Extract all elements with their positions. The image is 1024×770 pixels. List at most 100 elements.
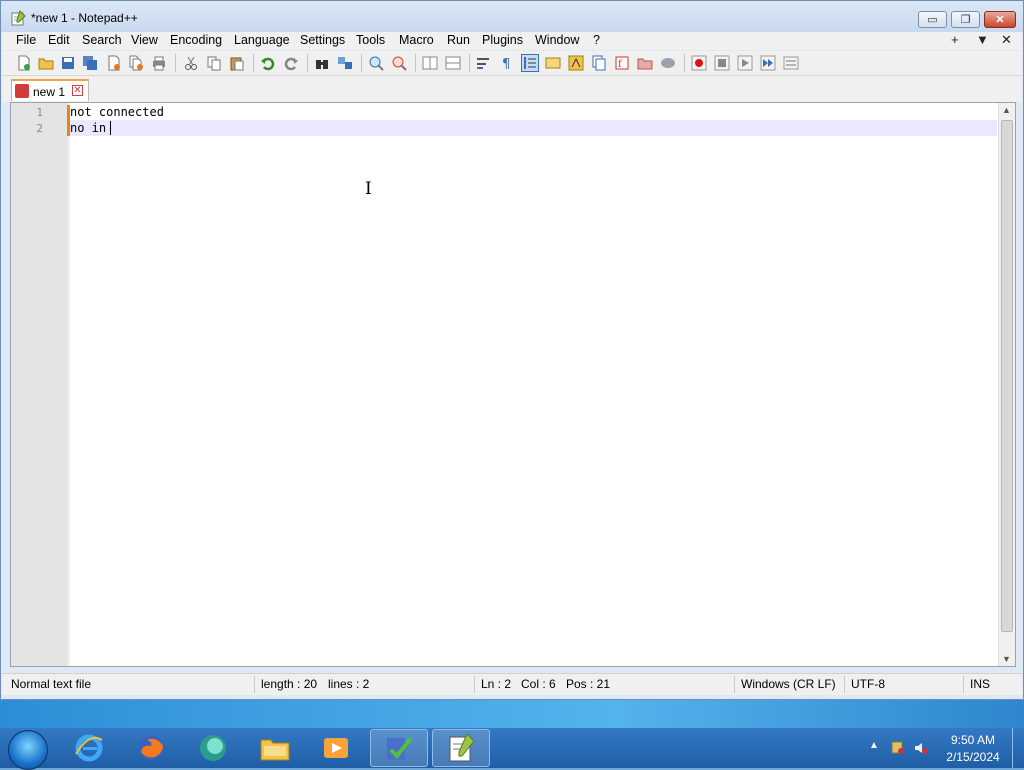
menu-macro[interactable]: Macro	[399, 33, 434, 47]
redo-icon[interactable]	[283, 55, 299, 71]
stop-record-icon[interactable]	[714, 55, 730, 71]
status-encoding[interactable]: UTF-8	[851, 677, 885, 691]
title-bar[interactable]: *new 1 - Notepad++ ▭ ❐ ✕	[1, 1, 1023, 33]
svg-text:¶: ¶	[502, 57, 510, 71]
menu-encoding[interactable]: Encoding	[170, 33, 222, 47]
menu-help[interactable]: ?	[593, 33, 600, 47]
close-tab-x-icon[interactable]: ✕	[1001, 32, 1012, 48]
start-button[interactable]	[8, 730, 48, 770]
menu-settings[interactable]: Settings	[300, 33, 345, 47]
new-tab-plus-icon[interactable]: +	[951, 32, 959, 47]
toolbar-separator	[361, 54, 362, 72]
action-center-flag-icon[interactable]	[891, 741, 905, 755]
paste-icon[interactable]	[229, 55, 245, 71]
zoom-in-icon[interactable]	[368, 55, 384, 71]
save-icon[interactable]	[60, 55, 76, 71]
minimize-button[interactable]: ▭	[918, 11, 947, 28]
clock-time[interactable]: 9:50 AM	[938, 733, 1008, 747]
desktop-wallpaper-strip	[0, 700, 1024, 728]
media-player-icon[interactable]	[320, 732, 352, 764]
code-line[interactable]: no in	[70, 121, 106, 135]
user-language-icon[interactable]	[545, 55, 561, 71]
menu-tools[interactable]: Tools	[356, 33, 385, 47]
word-wrap-icon[interactable]	[476, 55, 492, 71]
toolbar-separator	[175, 54, 176, 72]
text-caret	[110, 121, 111, 135]
show-hidden-icons-chevron-icon[interactable]: ▲	[869, 740, 879, 751]
menu-search[interactable]: Search	[82, 33, 122, 47]
function-list-icon[interactable]: f	[614, 55, 630, 71]
status-bar: Normal text file length : 20 lines : 2 L…	[2, 673, 1022, 695]
volume-muted-icon[interactable]	[914, 741, 928, 755]
notepad-app-icon	[11, 10, 26, 26]
toolbar: ¶ f	[2, 51, 1022, 76]
scrollbar-thumb[interactable]	[1001, 120, 1013, 632]
notepad-plus-plus-icon[interactable]	[445, 732, 477, 764]
toolbar-separator	[307, 54, 308, 72]
open-file-icon[interactable]	[38, 55, 54, 71]
tab-list-dropdown-icon[interactable]: ▼	[976, 32, 989, 47]
doc-map-icon[interactable]	[568, 55, 584, 71]
task-checker-icon[interactable]	[383, 732, 415, 764]
notepadpp-window: *new 1 - Notepad++ ▭ ❐ ✕ File Edit Searc…	[0, 0, 1024, 700]
line-number-gutter	[11, 103, 68, 666]
scroll-down-arrow-icon[interactable]: ▼	[1002, 654, 1011, 664]
chat-icon[interactable]	[197, 732, 229, 764]
menu-file[interactable]: File	[16, 33, 36, 47]
play-macro-icon[interactable]	[737, 55, 753, 71]
status-separator	[734, 676, 735, 693]
menu-language[interactable]: Language	[234, 33, 290, 47]
scroll-up-arrow-icon[interactable]: ▲	[1002, 105, 1011, 115]
close-all-icon[interactable]	[128, 55, 144, 71]
record-macro-icon[interactable]	[691, 55, 707, 71]
tab-close-icon[interactable]: ✕	[72, 85, 83, 96]
tab-new-1[interactable]: new 1 ✕	[11, 79, 89, 101]
internet-explorer-icon[interactable]	[73, 732, 105, 764]
firefox-icon[interactable]	[135, 732, 167, 764]
menu-run[interactable]: Run	[447, 33, 470, 47]
menu-edit[interactable]: Edit	[48, 33, 70, 47]
show-all-chars-icon[interactable]: ¶	[499, 55, 515, 71]
sync-vertical-icon[interactable]	[422, 55, 438, 71]
new-file-icon[interactable]	[16, 55, 32, 71]
status-file-type: Normal text file	[11, 677, 92, 691]
copy-icon[interactable]	[206, 55, 222, 71]
mouse-ibeam-cursor-icon: I	[365, 179, 372, 199]
zoom-out-icon[interactable]	[391, 55, 407, 71]
vertical-scrollbar[interactable]: ▲ ▼	[998, 103, 1015, 666]
status-insert-mode[interactable]: INS	[970, 677, 990, 691]
status-length: length : 20	[261, 677, 318, 691]
run-macro-multiple-icon[interactable]	[760, 55, 776, 71]
find-icon[interactable]	[314, 55, 330, 71]
status-col: Col : 6	[521, 677, 556, 691]
status-separator	[474, 676, 475, 693]
undo-icon[interactable]	[260, 55, 276, 71]
monitoring-icon[interactable]	[660, 55, 676, 71]
doc-list-icon[interactable]	[591, 55, 607, 71]
status-eol[interactable]: Windows (CR LF)	[741, 677, 836, 691]
save-macro-icon[interactable]	[783, 55, 799, 71]
code-line[interactable]: not connected	[70, 105, 164, 119]
cut-icon[interactable]	[183, 55, 199, 71]
sync-horizontal-icon[interactable]	[445, 55, 461, 71]
clock-date[interactable]: 2/15/2024	[938, 750, 1008, 764]
close-window-button[interactable]: ✕	[984, 11, 1016, 28]
folder-workspace-icon[interactable]	[637, 55, 653, 71]
status-lines: lines : 2	[328, 677, 370, 691]
unsaved-file-icon	[15, 84, 29, 98]
print-icon[interactable]	[151, 55, 167, 71]
show-desktop-button[interactable]	[1012, 728, 1024, 768]
close-icon[interactable]	[106, 55, 122, 71]
line-number: 2	[36, 122, 43, 135]
toolbar-separator	[415, 54, 416, 72]
menu-view[interactable]: View	[131, 33, 158, 47]
replace-icon[interactable]	[337, 55, 353, 71]
menu-plugins[interactable]: Plugins	[482, 33, 523, 47]
text-editor[interactable]: 1 2 not connected no in ▲ ▼	[10, 102, 1016, 667]
save-all-icon[interactable]	[82, 55, 98, 71]
indent-guide-icon[interactable]	[521, 54, 539, 72]
taskbar: ▲ 9:50 AM 2/15/2024	[0, 700, 1024, 770]
maximize-button[interactable]: ❐	[951, 11, 980, 28]
file-explorer-icon[interactable]	[259, 732, 291, 764]
menu-window[interactable]: Window	[535, 33, 579, 47]
